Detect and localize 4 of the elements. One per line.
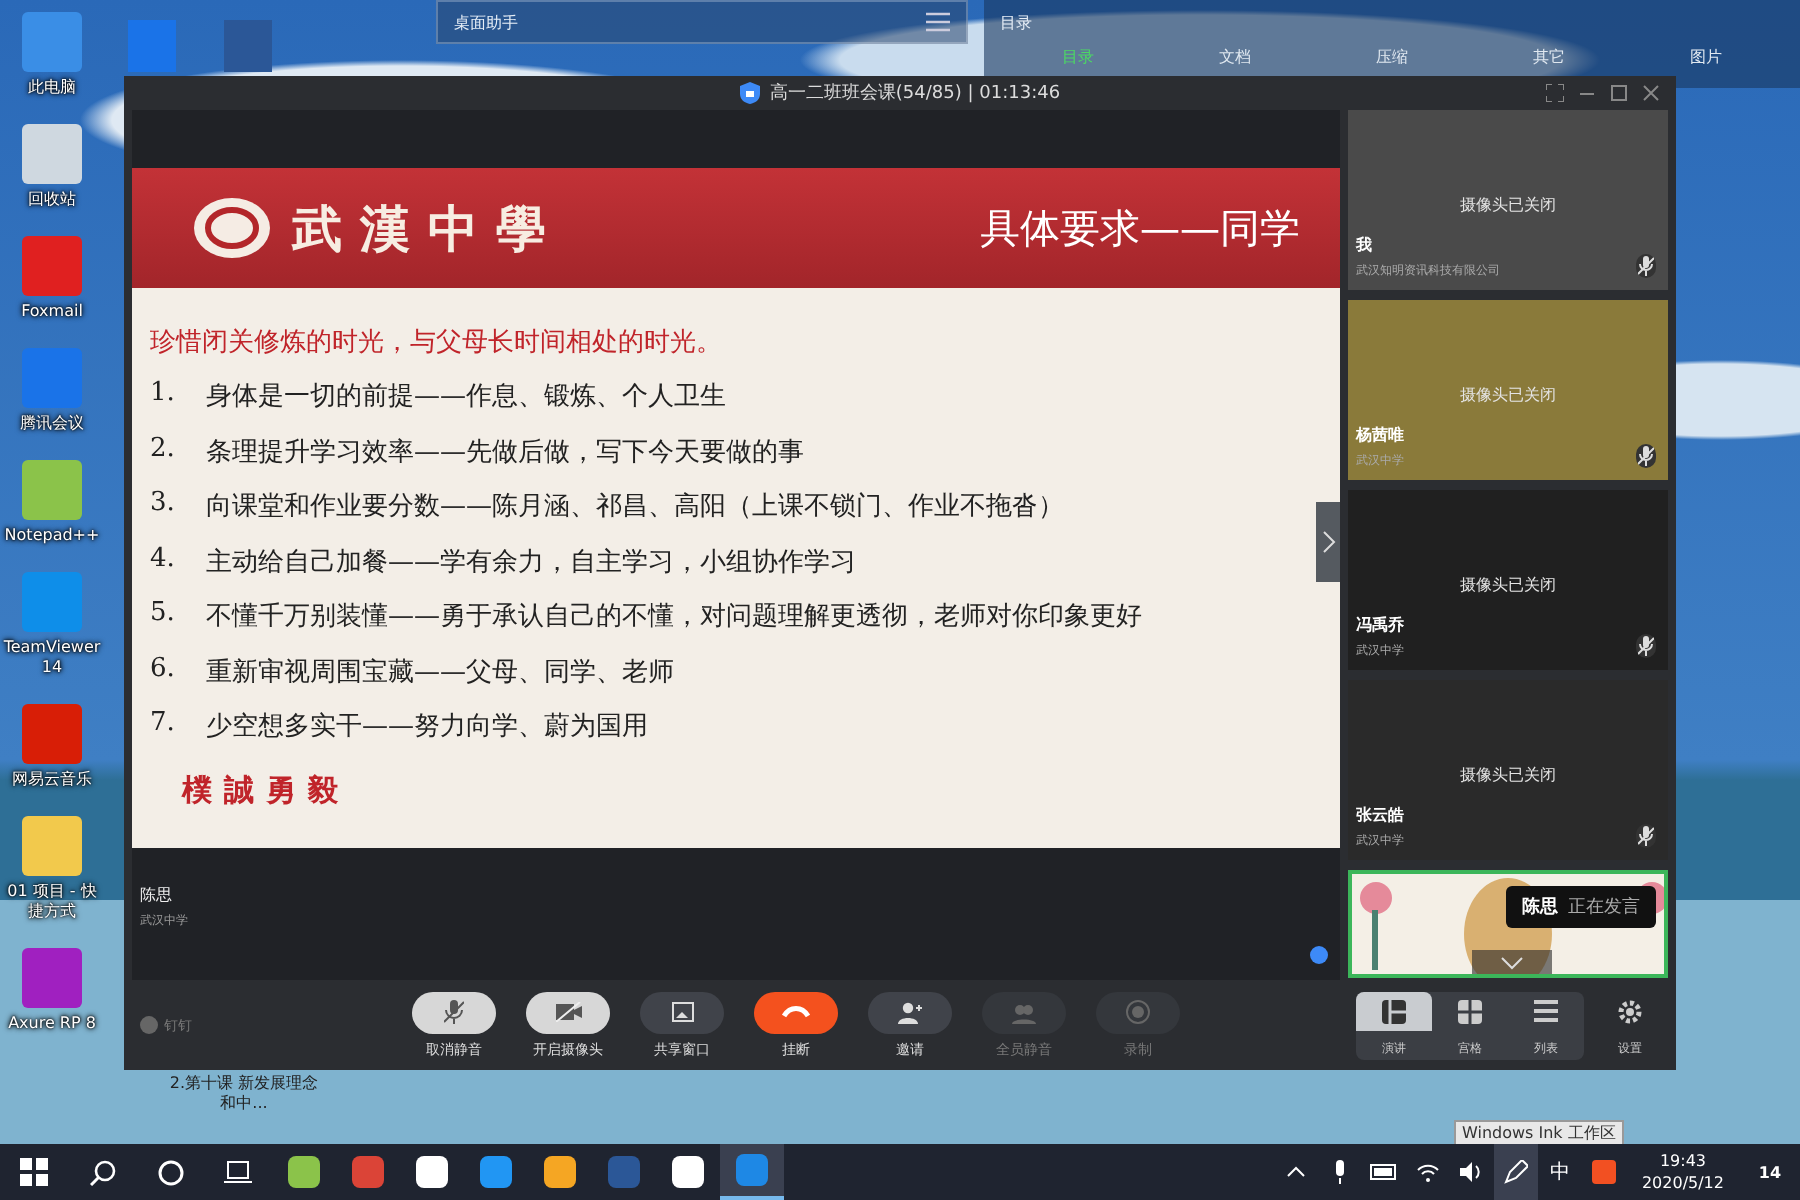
input-method[interactable]: 中 — [1537, 1144, 1582, 1200]
notification-icon[interactable]: 14 — [1740, 1144, 1800, 1200]
clock[interactable]: 19:43 2020/5/12 — [1625, 1150, 1740, 1194]
pen-icon[interactable] — [1493, 1144, 1538, 1200]
